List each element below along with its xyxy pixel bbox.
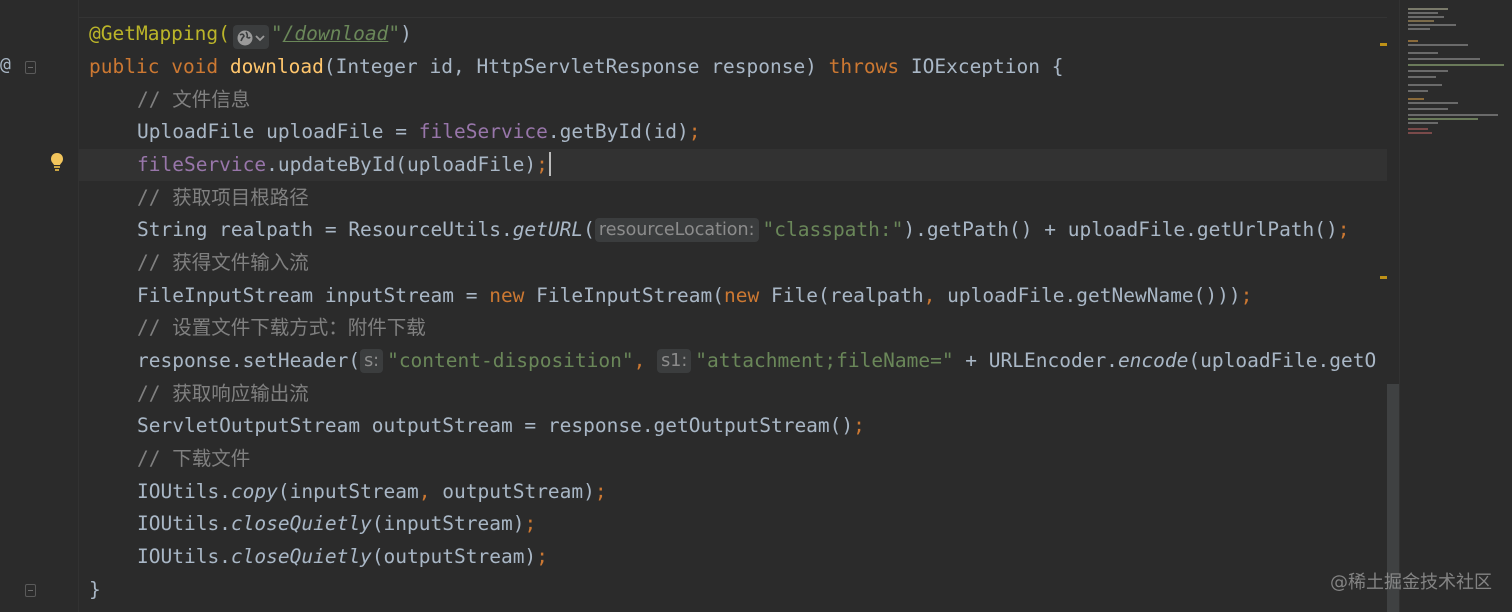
minimap-line	[1408, 84, 1442, 86]
code-line[interactable]: response.setHeader(s: "content-dispositio…	[89, 345, 1376, 377]
override-marker[interactable]: @	[0, 54, 11, 75]
editor-gutter[interactable]: @	[0, 0, 79, 612]
minimap-line	[1408, 64, 1504, 66]
code-line[interactable]: @GetMapping("/download")	[89, 18, 412, 50]
code-editor[interactable]: @ @GetMapping("/download") public void d…	[0, 0, 1512, 612]
minimap-line	[1408, 122, 1438, 124]
minimap-line	[1408, 114, 1498, 116]
code-line[interactable]: IOUtils.closeQuietly(inputStream);	[89, 508, 536, 540]
comment-line[interactable]: // 下载文件	[89, 443, 250, 475]
minimap-line	[1408, 102, 1458, 104]
code-line[interactable]: String realpath = ResourceUtils.getURL(r…	[89, 214, 1350, 246]
minimap-line	[1408, 40, 1418, 42]
fold-end-icon[interactable]	[25, 584, 36, 597]
comment-line[interactable]: // 设置文件下载方式：附件下载	[89, 312, 426, 344]
watermark: @稀土掘金技术社区	[1330, 572, 1492, 593]
minimap-line	[1408, 24, 1456, 26]
code-line[interactable]: UploadFile uploadFile = fileService.getB…	[89, 116, 701, 148]
minimap-line	[1408, 132, 1432, 134]
parameter-hint: resourceLocation:	[594, 218, 759, 242]
comment-line[interactable]: // 文件信息	[89, 84, 250, 116]
url-inlay[interactable]	[232, 25, 269, 49]
comment-line[interactable]: // 获取项目根路径	[89, 182, 309, 214]
code-line[interactable]: IOUtils.copy(inputStream, outputStream);	[89, 476, 607, 508]
method-name: download	[229, 55, 324, 78]
minimap-line	[1408, 52, 1438, 54]
minimap-line	[1408, 70, 1448, 72]
code-line[interactable]: public void download(Integer id, HttpSer…	[89, 51, 1064, 83]
code-area[interactable]: @GetMapping("/download") public void dow…	[89, 18, 1396, 612]
comment-line[interactable]: // 获取响应输出流	[89, 378, 309, 410]
code-line-current[interactable]: fileService.updateById(uploadFile);	[89, 149, 551, 181]
code-minimap[interactable]	[1399, 0, 1512, 612]
chevron-down-icon[interactable]	[254, 29, 266, 47]
minimap-line	[1408, 12, 1438, 14]
minimap-line	[1408, 128, 1428, 130]
minimap-line	[1408, 16, 1444, 18]
lightbulb-icon[interactable]	[50, 152, 64, 172]
minimap-line	[1408, 8, 1448, 10]
parameter-hint: s1:	[657, 349, 692, 373]
minimap-line	[1408, 58, 1480, 60]
code-line[interactable]: }	[89, 574, 101, 606]
code-line[interactable]: FileInputStream inputStream = new FileIn…	[89, 280, 1252, 312]
text-caret	[548, 152, 551, 176]
globe-icon	[237, 30, 253, 45]
minimap-line	[1408, 108, 1448, 110]
code-line[interactable]: IOUtils.closeQuietly(outputStream);	[89, 541, 548, 573]
minimap-line	[1408, 118, 1478, 120]
fold-start-icon[interactable]	[25, 61, 36, 74]
parameter-hint: s:	[360, 349, 384, 373]
annotation-token: @GetMapping(	[89, 22, 230, 45]
minimap-line	[1408, 76, 1436, 78]
url-path-link[interactable]: /download	[283, 22, 389, 45]
minimap-line	[1408, 28, 1430, 30]
minimap-line	[1408, 20, 1434, 22]
comment-line[interactable]: // 获得文件输入流	[89, 247, 309, 279]
minimap-line	[1408, 98, 1424, 100]
code-line[interactable]: ServletOutputStream outputStream = respo…	[89, 410, 865, 442]
minimap-line	[1408, 44, 1468, 46]
minimap-line	[1408, 90, 1428, 92]
